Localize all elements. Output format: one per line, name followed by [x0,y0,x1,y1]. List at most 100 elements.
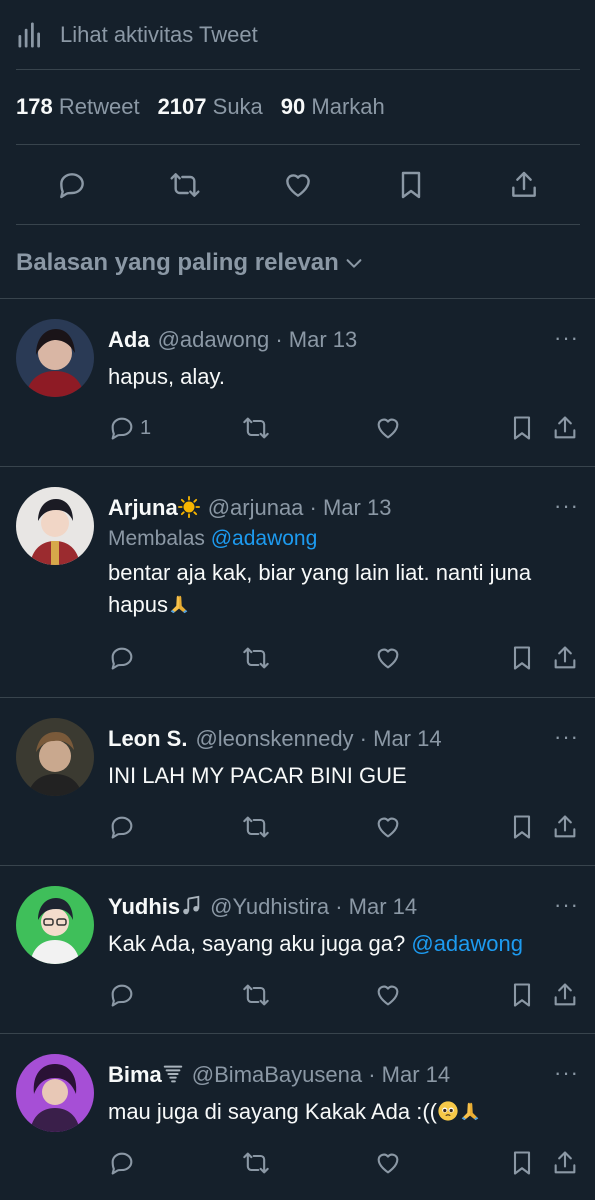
bookmark-stat[interactable]: 90 Markah [281,94,385,120]
reply-author-name[interactable]: Yudhis [108,894,202,920]
bookmark-button[interactable] [508,813,536,841]
sun-emoji-icon [177,496,200,518]
tweet-activity-link[interactable]: Lihat aktivitas Tweet [16,0,580,70]
bookmark-icon [513,983,531,1007]
reply-action-bar [108,812,579,842]
like-button[interactable] [374,414,402,442]
reply-handle: @arjunaa [207,495,304,520]
reply-date: Mar 14 [381,1062,451,1087]
reply-text-container: Kak Ada, sayang aku juga ga? @adawong [108,928,579,960]
more-options-icon[interactable]: ··· [554,724,579,750]
reply-icon [111,647,133,670]
reply-button[interactable]: 1 [108,414,151,442]
reply-icon[interactable] [56,169,88,201]
reply-tweet[interactable]: Leon S. @leonskennedy · Mar 14 ··· INI L… [0,698,595,866]
retweet-icon [243,1152,269,1174]
more-options-icon[interactable]: ··· [554,892,579,918]
reply-author-handle[interactable]: @Yudhistira · Mar 14 [210,894,417,920]
share-button[interactable] [551,644,579,672]
reply-author-name[interactable]: Bima [108,1062,184,1088]
reply-author-name[interactable]: Arjuna [108,495,200,521]
retweet-icon [243,816,269,838]
pleading-face-emoji-icon [438,1101,458,1121]
avatar[interactable] [16,319,94,397]
chevron-down-icon [346,259,362,268]
like-icon [377,985,399,1006]
avatar[interactable] [16,1054,94,1132]
reply-button[interactable] [108,981,136,1009]
reply-tweet[interactable]: Bima @BimaBayusena · Mar 14 ··· mau juga… [0,1034,595,1200]
share-button[interactable] [551,981,579,1009]
share-icon [554,815,576,838]
avatar[interactable] [16,487,94,565]
share-button[interactable] [551,813,579,841]
like-icon [377,648,399,669]
share-button[interactable] [551,414,579,442]
avatar[interactable] [16,718,94,796]
like-icon[interactable] [282,169,314,201]
like-button[interactable] [374,981,402,1009]
reply-button[interactable] [108,644,136,672]
reply-author-name[interactable]: Leon S. [108,726,187,752]
mention-link[interactable]: @adawong [211,527,318,550]
reply-tweet[interactable]: Yudhis @Yudhistira · Mar 14 ··· Kak Ada,… [0,866,595,1034]
retweet-stat[interactable]: 178 Retweet [16,94,140,120]
bookmark-icon [513,416,531,440]
like-button[interactable] [374,1149,402,1177]
retweet-icon [243,647,269,669]
reply-button[interactable] [108,813,136,841]
reply-tweet[interactable]: Ada @adawong · Mar 13 ··· hapus, alay. 1 [0,299,595,467]
retweet-button[interactable] [242,644,270,672]
like-stat-label: Suka [212,94,263,119]
reply-action-bar [108,980,579,1010]
share-icon[interactable] [508,169,540,201]
retweet-button[interactable] [242,981,270,1009]
avatar[interactable] [16,886,94,964]
bookmark-button[interactable] [508,644,536,672]
bookmark-button[interactable] [508,1149,536,1177]
reply-button[interactable] [108,1149,136,1177]
reply-handle: @adawong [157,327,270,352]
reply-text-container: bentar aja kak, biar yang lain liat. nan… [108,557,579,621]
reply-author-name-text: Bima [108,1062,162,1087]
retweet-icon [243,417,269,439]
reply-sort-selector[interactable]: Balasan yang paling relevan [16,240,365,286]
more-options-icon[interactable]: ··· [554,1060,579,1086]
reply-author-name-text: Arjuna [108,495,178,520]
share-button[interactable] [551,1149,579,1177]
tweet-activity-label: Lihat aktivitas Tweet [60,21,258,47]
retweet-button[interactable] [242,1149,270,1177]
reply-handle: @BimaBayusena [191,1062,363,1087]
bookmark-icon[interactable] [395,169,427,201]
bookmark-button[interactable] [508,981,536,1009]
reply-author-handle[interactable]: @leonskennedy · Mar 14 [195,726,441,752]
reply-text: INI LAH MY PACAR BINI GUE [108,763,407,788]
share-icon [554,983,576,1006]
reply-text: mau juga di sayang Kakak Ada :(( [108,1099,437,1124]
retweet-button[interactable] [242,813,270,841]
reply-tweet[interactable]: Arjuna @arjunaa · Mar 13 ··· Membalas @a… [0,467,595,698]
mention-link[interactable]: @adawong [411,931,523,956]
replying-to-prefix: Membalas [108,527,205,550]
bookmark-icon [513,815,531,839]
reply-handle: @Yudhistira [210,894,330,919]
bookmark-button[interactable] [508,414,536,442]
reply-author-name-text: Yudhis [108,894,181,919]
reply-author-name[interactable]: Ada [108,327,150,353]
reply-author-handle[interactable]: @arjunaa · Mar 13 [208,495,392,521]
retweet-button[interactable] [242,414,270,442]
bookmark-count: 90 [280,94,306,119]
folded-hands-emoji-icon [461,1102,479,1121]
like-button[interactable] [374,644,402,672]
reply-icon [111,816,133,839]
more-options-icon[interactable]: ··· [554,493,579,519]
like-button[interactable] [374,813,402,841]
like-stat[interactable]: 2107 Suka [158,94,263,120]
reply-text: hapus, alay. [108,364,226,389]
reply-author-handle[interactable]: @adawong · Mar 13 [158,327,358,353]
like-icon [377,1153,399,1174]
reply-author-handle[interactable]: @BimaBayusena · Mar 14 [192,1062,450,1088]
retweet-icon [243,984,269,1006]
more-options-icon[interactable]: ··· [554,325,579,351]
retweet-icon[interactable] [169,169,201,201]
